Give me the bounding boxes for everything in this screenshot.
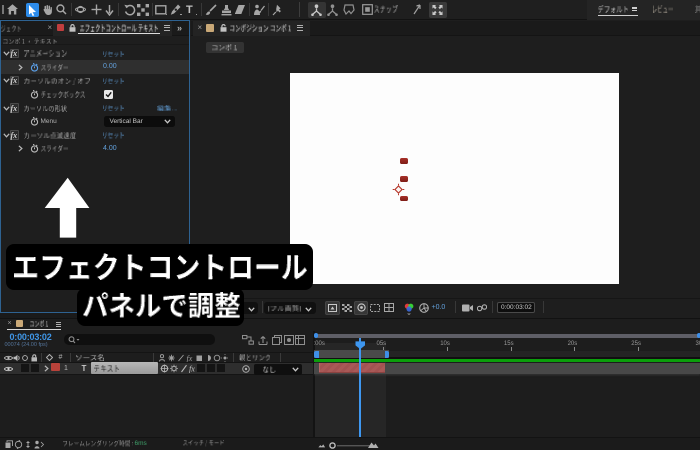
svg-text:fx: fx <box>189 365 195 374</box>
svg-text:fx: fx <box>187 354 193 362</box>
